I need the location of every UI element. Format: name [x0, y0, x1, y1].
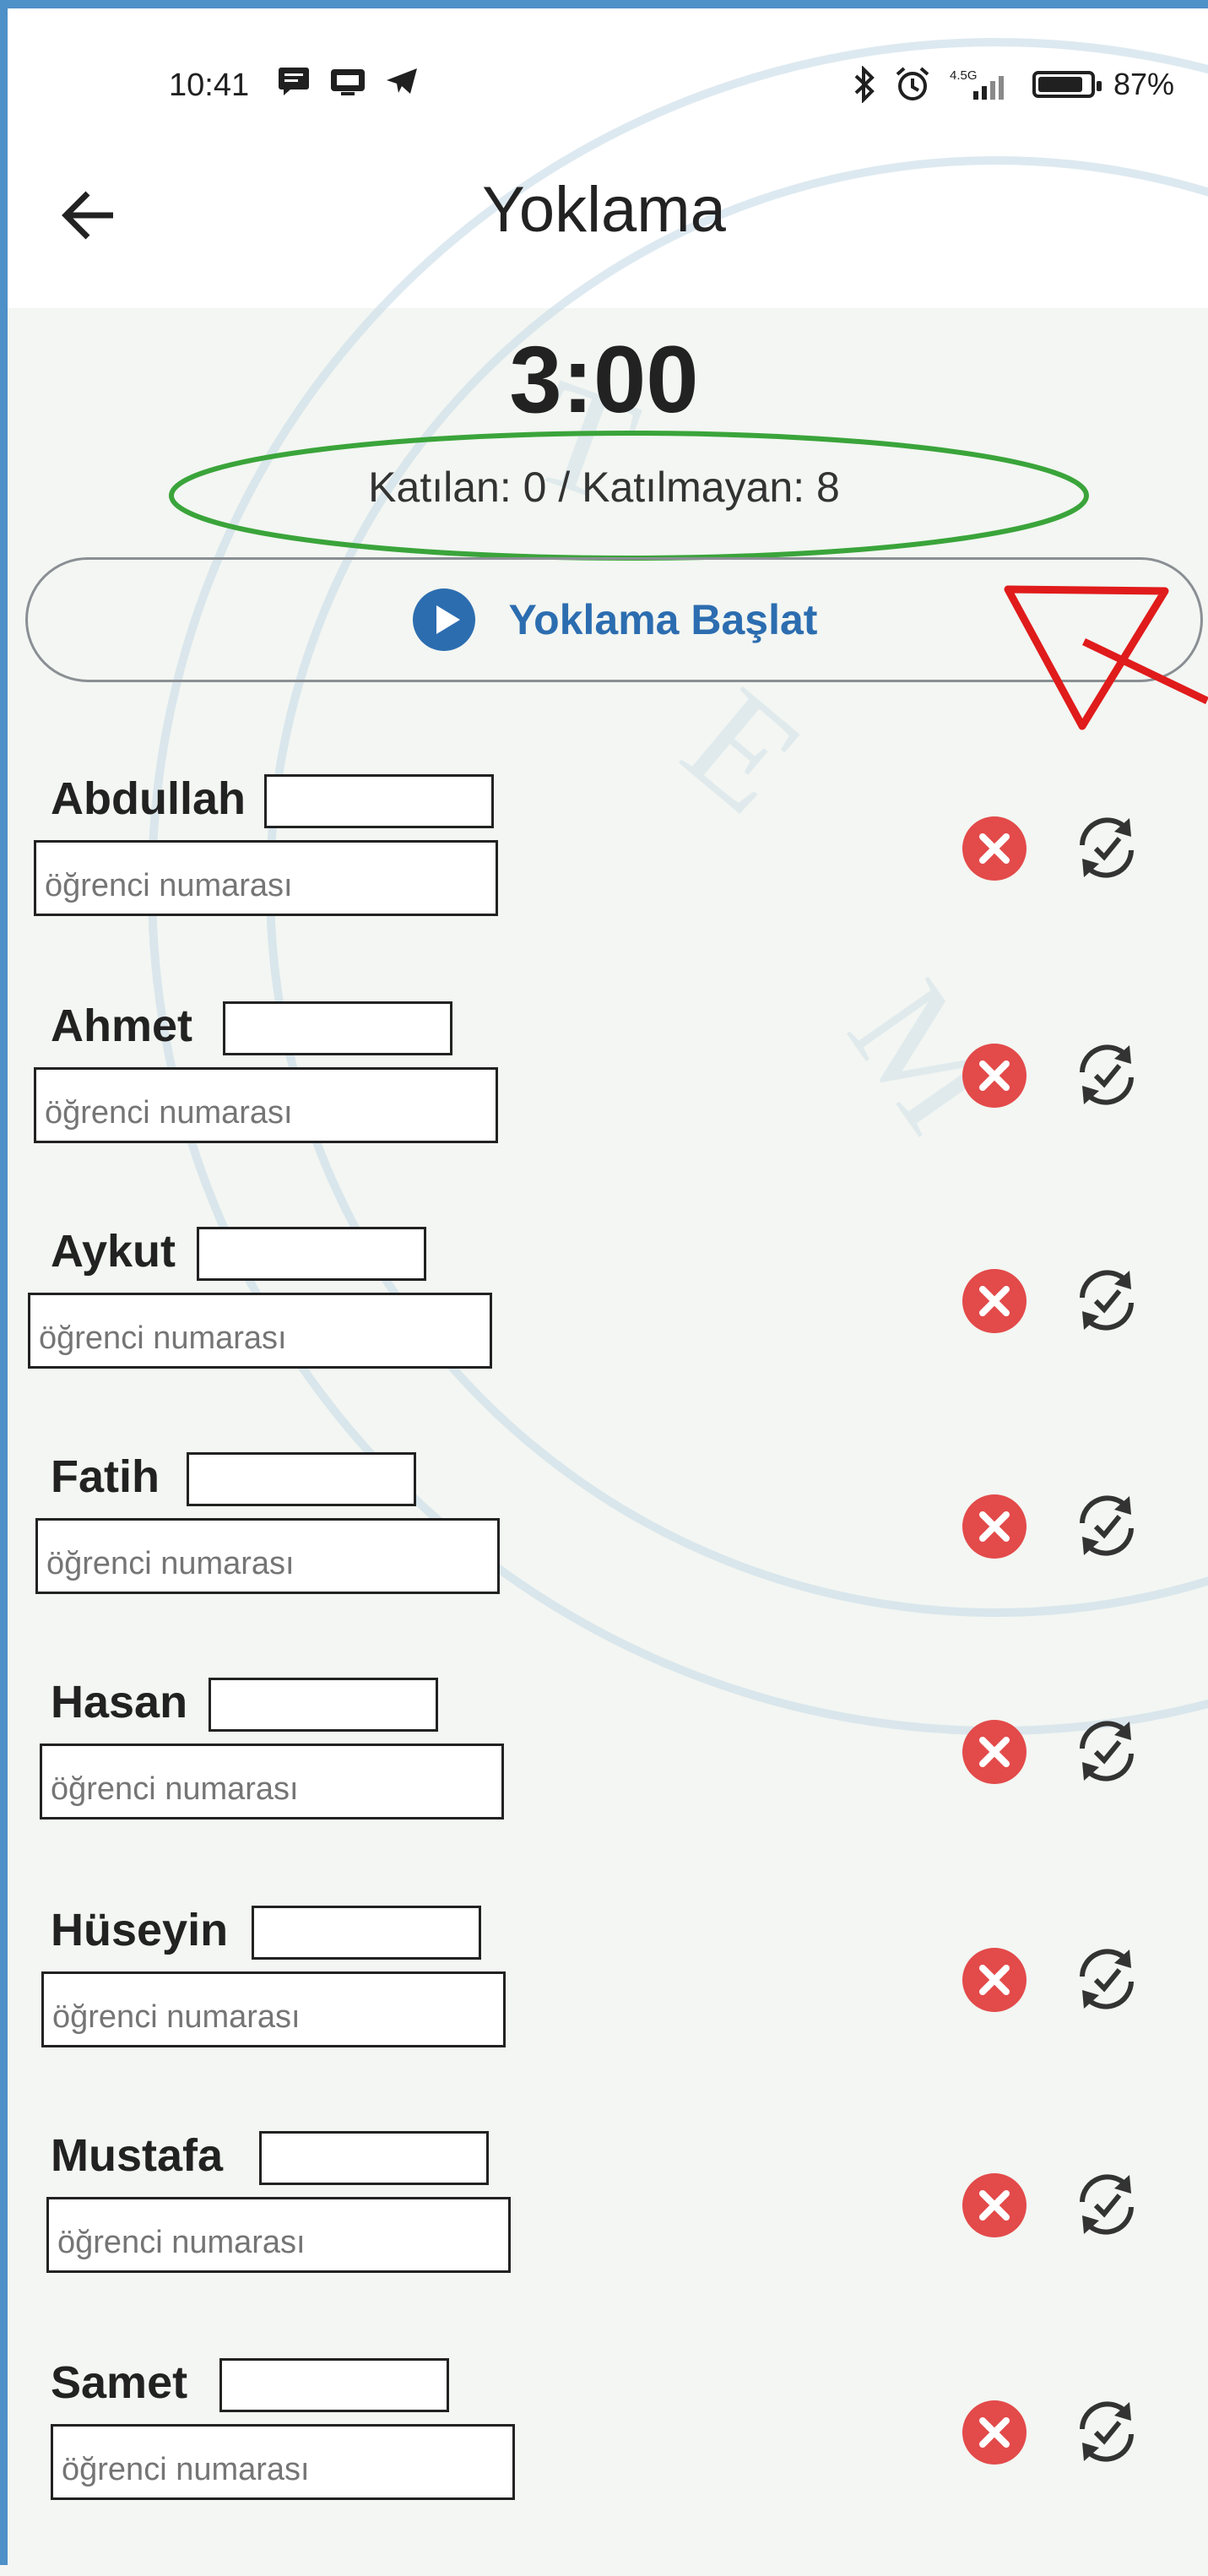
attendance-timer: 3:00 [509, 327, 699, 432]
sync-check-icon[interactable] [1070, 811, 1143, 884]
absent-x-icon[interactable] [961, 1267, 1028, 1335]
student-number-input[interactable] [28, 1293, 492, 1369]
battery-percent: 87% [1113, 67, 1174, 101]
absent-x-icon[interactable] [961, 815, 1028, 882]
absent-x-icon[interactable] [961, 1042, 1028, 1109]
battery-icon [1032, 71, 1102, 98]
student-extra-field[interactable] [197, 1227, 426, 1281]
absent-x-icon[interactable] [961, 1718, 1028, 1786]
student-name: Fatih [51, 1451, 160, 1502]
student-number-input[interactable] [34, 1067, 498, 1143]
battery-level-fill [1037, 77, 1082, 92]
student-extra-field[interactable] [264, 774, 494, 828]
alarm-icon [896, 67, 929, 100]
sync-check-icon[interactable] [1070, 1264, 1143, 1337]
telegram-icon [387, 68, 417, 94]
sync-check-icon[interactable] [1070, 1715, 1143, 1787]
absent-x-icon[interactable] [961, 2172, 1028, 2239]
student-row: Samet [0, 2356, 1208, 2576]
sync-check-icon[interactable] [1070, 1039, 1143, 1111]
student-row: Aykut [0, 1225, 1208, 1445]
student-number-input[interactable] [46, 2197, 511, 2273]
page-title: Yoklama [482, 174, 726, 246]
window-frame-top [0, 0, 1208, 8]
absent-x-icon[interactable] [961, 2399, 1028, 2466]
student-row: Mustafa [0, 2129, 1208, 2349]
status-left-icons [277, 66, 419, 96]
svg-text:4.5G: 4.5G [950, 68, 978, 83]
student-extra-field[interactable] [209, 1678, 438, 1732]
student-name: Hüseyin [51, 1905, 229, 1955]
start-attendance-button[interactable]: Yoklama Başlat [25, 557, 1203, 682]
absent-x-icon[interactable] [961, 1946, 1028, 2014]
student-row: Fatih [0, 1451, 1208, 1670]
start-button-label: Yoklama Başlat [508, 596, 818, 643]
student-number-input[interactable] [40, 1744, 504, 1819]
sync-check-icon[interactable] [1070, 1489, 1143, 1562]
attendance-summary: Katılan: 0 / Katılmayan: 8 [368, 464, 840, 511]
sync-check-icon[interactable] [1070, 1943, 1143, 2015]
student-name: Ahmet [51, 1001, 193, 1051]
message-icon [279, 68, 309, 95]
student-row: Hüseyin [0, 1904, 1208, 2123]
student-number-input[interactable] [51, 2424, 515, 2500]
sync-check-icon[interactable] [1070, 2168, 1143, 2241]
tv-icon [331, 69, 365, 95]
student-number-input[interactable] [41, 1971, 506, 2047]
student-extra-field[interactable] [259, 2131, 489, 2185]
status-time: 10:41 [169, 68, 250, 103]
student-name: Hasan [51, 1677, 188, 1727]
student-number-input[interactable] [35, 1518, 500, 1594]
student-name: Abdullah [51, 773, 246, 824]
sync-check-icon[interactable] [1070, 2395, 1143, 2468]
student-extra-field[interactable] [187, 1452, 416, 1506]
student-row: Ahmet [0, 1000, 1208, 1219]
student-number-input[interactable] [34, 840, 498, 916]
status-right-icons: 4.5G 87% [853, 66, 1174, 103]
student-extra-field[interactable] [223, 1001, 452, 1055]
bluetooth-icon [854, 66, 875, 103]
student-name: Mustafa [51, 2130, 224, 2181]
student-row: Abdullah [0, 773, 1208, 992]
student-row: Hasan [0, 1676, 1208, 1895]
play-circle-icon [412, 588, 475, 651]
student-name: Aykut [51, 1226, 176, 1277]
signal-icon: 4.5G [950, 68, 1004, 100]
student-extra-field[interactable] [219, 2358, 449, 2412]
absent-x-icon[interactable] [961, 1493, 1028, 1560]
student-extra-field[interactable] [252, 1906, 481, 1960]
student-name: Samet [51, 2357, 188, 2408]
